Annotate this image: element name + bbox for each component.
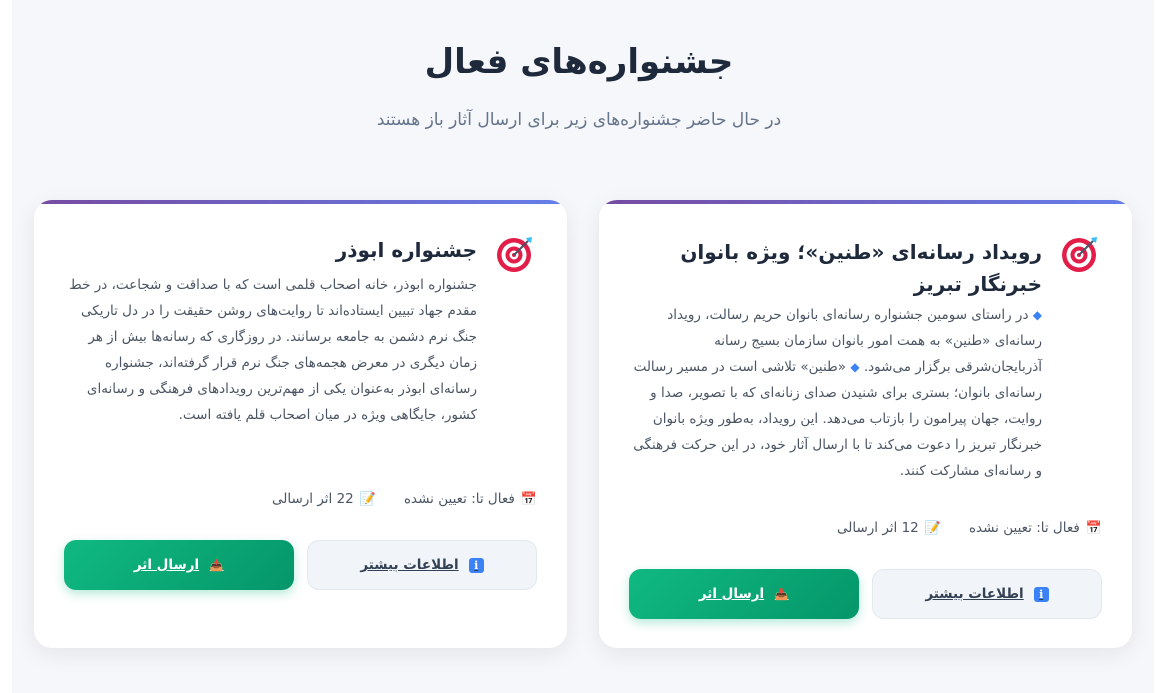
festival-title: جشنواره ابوذر [335, 238, 477, 262]
page-title: جشنواره‌های فعال [424, 42, 734, 82]
active-until: فعال تا: تعیین نشده [968, 520, 1080, 536]
submission-count: 22 اثر ارسالی [271, 491, 354, 507]
info-icon: i [1033, 586, 1049, 602]
diamond-icon: ◆ [850, 360, 860, 374]
festival-card-abuzar: جشنواره ابوذر جشنواره ابوذر، خانه اصحاب … [34, 200, 567, 648]
info-icon: i [468, 557, 484, 573]
inbox-icon: 📥 [774, 587, 789, 601]
calendar-icon: 📅 [520, 491, 537, 507]
more-info-button[interactable]: i اطلاعات بیشتر [872, 569, 1102, 619]
festival-meta: 📅 فعال تا: تعیین نشده 📝 12 اثر ارسالی [837, 520, 1102, 536]
more-info-button[interactable]: i اطلاعات بیشتر [307, 540, 537, 590]
page-subtitle: در حال حاضر جشنواره‌های زیر برای ارسال آ… [376, 110, 782, 130]
festival-description: جشنواره ابوذر، خانه اصحاب قلمی است که با… [69, 277, 477, 423]
festival-meta: 📅 فعال تا: تعیین نشده 📝 22 اثر ارسالی [272, 491, 537, 507]
festival-description: ◆ در راستای سومین جشنواره رسانه‌ای بانوا… [633, 307, 1042, 479]
inbox-icon: 📥 [209, 558, 224, 572]
festival-card-tanin: رویداد رسانه‌ای «طنین»؛ ویژه بانوان خبرن… [599, 200, 1132, 648]
target-icon [1062, 237, 1097, 272]
calendar-icon: 📅 [1085, 520, 1102, 536]
submit-work-button[interactable]: 📥 ارسال اثر [629, 569, 859, 619]
memo-icon: 📝 [924, 520, 941, 536]
target-icon [497, 237, 532, 272]
submission-count: 12 اثر ارسالی [836, 520, 919, 536]
active-until: فعال تا: تعیین نشده [403, 491, 515, 507]
memo-icon: 📝 [359, 491, 376, 507]
submit-work-button[interactable]: 📥 ارسال اثر [64, 540, 294, 590]
diamond-icon: ◆ [1032, 308, 1042, 322]
festival-title: رویداد رسانه‌ای «طنین»؛ ویژه بانوان خبرن… [680, 240, 1042, 296]
